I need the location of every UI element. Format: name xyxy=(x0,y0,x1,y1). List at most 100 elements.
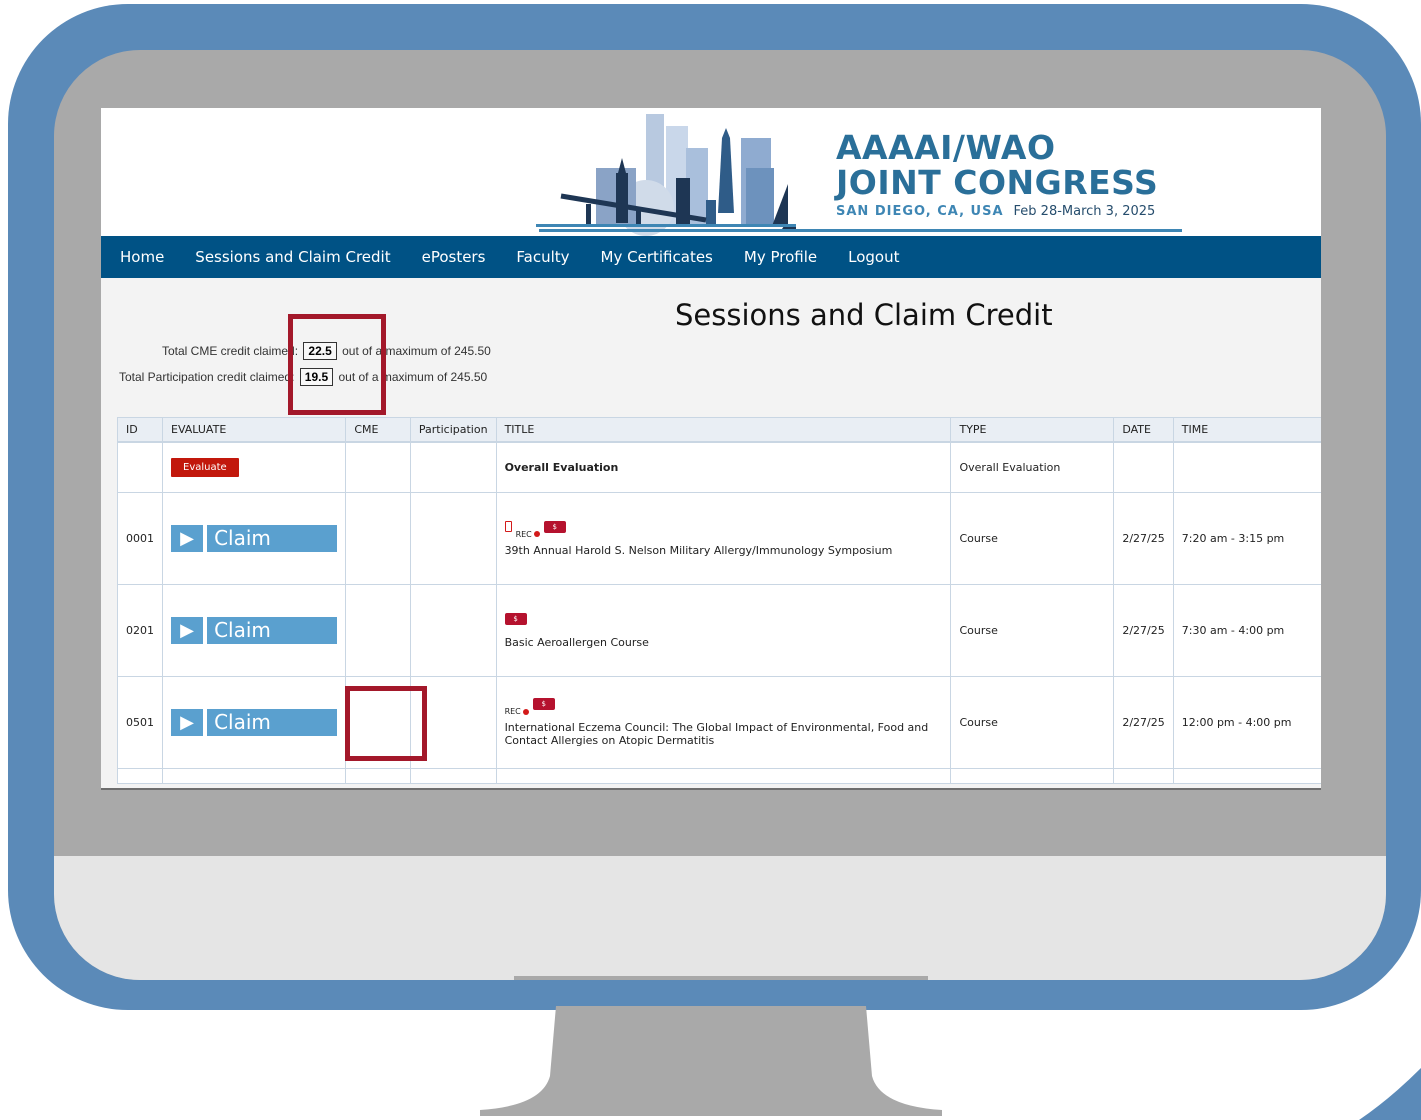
session-badges: REC $ xyxy=(504,520,943,539)
record-dot-icon xyxy=(533,531,540,537)
decorative-swoosh xyxy=(1359,1068,1421,1120)
recorded-badge: REC xyxy=(516,530,540,539)
session-title: International Eczema Council: The Global… xyxy=(504,721,929,747)
table-header-row: ID EVALUATE CME Participation TITLE TYPE… xyxy=(117,417,1321,443)
fee-icon: $ xyxy=(532,698,555,710)
evaluate-button[interactable]: Evaluate xyxy=(171,458,239,477)
sessions-table: ID EVALUATE CME Participation TITLE TYPE… xyxy=(117,417,1321,784)
nav-my-profile[interactable]: My Profile xyxy=(744,248,817,266)
cell-cme xyxy=(345,441,411,493)
cell-empty xyxy=(495,768,952,784)
congress-dates: Feb 28-March 3, 2025 xyxy=(1013,204,1156,219)
cell-participation xyxy=(409,492,497,585)
cme-credit-value: 22.5 xyxy=(303,342,337,360)
col-header-participation[interactable]: Participation xyxy=(409,417,497,443)
session-badges: REC $ xyxy=(505,698,943,716)
cell-evaluate: ▶ Claim Credit xyxy=(161,676,347,769)
cme-credit-summary: Total CME credit claimed: 22.5 out of a … xyxy=(162,342,491,360)
play-icon: ▶ xyxy=(171,525,204,552)
col-header-cme[interactable]: CME xyxy=(345,417,411,443)
mobile-icon xyxy=(504,520,512,532)
nav-faculty[interactable]: Faculty xyxy=(516,248,569,266)
session-title: 39th Annual Harold S. Nelson Military Al… xyxy=(504,543,893,557)
fee-icon: $ xyxy=(504,612,527,625)
cell-type: Overall Evaluation xyxy=(950,441,1115,493)
nav-home[interactable]: Home xyxy=(120,248,164,266)
congress-banner: AAAAI/WAO JOINT CONGRESS SAN DIEGO, CA, … xyxy=(101,108,1321,236)
cell-empty xyxy=(409,768,497,784)
cell-id: 0201 xyxy=(117,584,163,677)
congress-title-line2: JOINT CONGRESS xyxy=(836,163,1159,202)
monitor-stand xyxy=(480,1006,942,1116)
banner-underline xyxy=(539,229,1182,232)
cme-credit-suffix: out of a maximum of 245.50 xyxy=(342,344,491,358)
cell-type: Course xyxy=(950,492,1115,585)
table-row xyxy=(117,768,1321,784)
cell-evaluate: ▶ Claim Credit xyxy=(161,492,347,585)
congress-title: AAAAI/WAO JOINT CONGRESS xyxy=(836,130,1158,200)
cell-cme xyxy=(345,676,411,769)
cell-id xyxy=(117,441,163,493)
col-header-type[interactable]: TYPE xyxy=(950,417,1115,443)
cell-empty xyxy=(950,768,1115,784)
play-icon: ▶ xyxy=(171,617,204,644)
cell-date: 2/27/25 xyxy=(1113,584,1174,677)
nav-eposters[interactable]: ePosters xyxy=(422,248,486,266)
cell-date: 2/27/25 xyxy=(1113,492,1174,585)
cell-type: Course xyxy=(950,676,1115,769)
cme-credit-label: Total CME credit claimed: xyxy=(162,344,299,358)
cell-id: 0501 xyxy=(117,676,163,769)
col-header-date[interactable]: DATE xyxy=(1113,417,1174,443)
cell-date: 2/27/25 xyxy=(1113,676,1174,769)
rec-label: REC xyxy=(504,707,521,716)
participation-credit-value: 19.5 xyxy=(299,368,334,386)
record-dot-icon xyxy=(522,708,529,715)
cell-evaluate: ▶ Claim Credit xyxy=(161,584,347,677)
cell-empty xyxy=(117,768,163,784)
cell-cme xyxy=(345,584,411,677)
cell-date xyxy=(1113,441,1174,493)
cell-title: REC $ International Eczema Council: The … xyxy=(495,676,952,769)
cell-empty xyxy=(1172,768,1321,784)
chin-strip xyxy=(514,976,928,980)
col-header-id[interactable]: ID xyxy=(117,417,163,443)
table-row: Evaluate Overall Evaluation Overall Eval… xyxy=(117,441,1321,493)
cell-time: 7:20 am - 3:15 pm xyxy=(1172,492,1321,585)
col-header-title[interactable]: TITLE xyxy=(495,417,952,443)
cell-time: 7:30 am - 4:00 pm xyxy=(1172,584,1321,677)
cell-empty xyxy=(345,768,411,784)
claim-credit-button[interactable]: ▶ Claim Credit xyxy=(171,617,338,669)
nav-my-certificates[interactable]: My Certificates xyxy=(601,248,713,266)
participation-credit-label: Total Participation credit claimed: xyxy=(119,370,295,384)
congress-location-dates: SAN DIEGO, CA, USA Feb 28-March 3, 2025 xyxy=(836,204,1155,219)
main-nav: Home Sessions and Claim Credit ePosters … xyxy=(101,236,1321,278)
nav-logout[interactable]: Logout xyxy=(848,248,899,266)
horizontal-scrollbar[interactable] xyxy=(101,788,1321,790)
cell-empty xyxy=(1113,768,1174,784)
cell-empty xyxy=(161,768,347,784)
table-row: 0201 ▶ Claim Credit $ Basic Aeroallergen… xyxy=(117,584,1321,677)
col-header-time[interactable]: TIME xyxy=(1172,417,1321,443)
cell-participation xyxy=(409,584,497,677)
browser-screen: AAAAI/WAO JOINT CONGRESS SAN DIEGO, CA, … xyxy=(101,108,1321,790)
cell-title: Overall Evaluation xyxy=(495,441,952,493)
claim-credit-label: Claim Credit xyxy=(207,525,338,577)
claim-credit-button[interactable]: ▶ Claim Credit xyxy=(171,525,338,577)
cell-evaluate: Evaluate xyxy=(161,441,347,493)
claim-credit-label: Claim Credit xyxy=(207,617,338,669)
table-row: 0501 ▶ Claim Credit REC $ International … xyxy=(117,676,1321,769)
skyline-logo-icon xyxy=(536,114,796,236)
cell-time xyxy=(1172,441,1321,493)
claim-credit-label: Claim Credit xyxy=(207,709,338,761)
session-title: Basic Aeroallergen Course xyxy=(504,635,649,649)
claim-credit-button[interactable]: ▶ Claim Credit xyxy=(171,709,338,761)
cell-time: 12:00 pm - 4:00 pm xyxy=(1172,676,1321,769)
recorded-badge: REC xyxy=(505,707,529,716)
nav-sessions-claim-credit[interactable]: Sessions and Claim Credit xyxy=(195,248,390,266)
table-row: 0001 ▶ Claim Credit REC $ 39th Annual Ha xyxy=(117,492,1321,585)
congress-title-line1: AAAAI/WAO xyxy=(836,128,1056,167)
fee-icon: $ xyxy=(543,520,566,533)
page-title: Sessions and Claim Credit xyxy=(675,298,1053,332)
col-header-evaluate[interactable]: EVALUATE xyxy=(161,417,347,443)
session-badges: $ xyxy=(504,612,943,631)
